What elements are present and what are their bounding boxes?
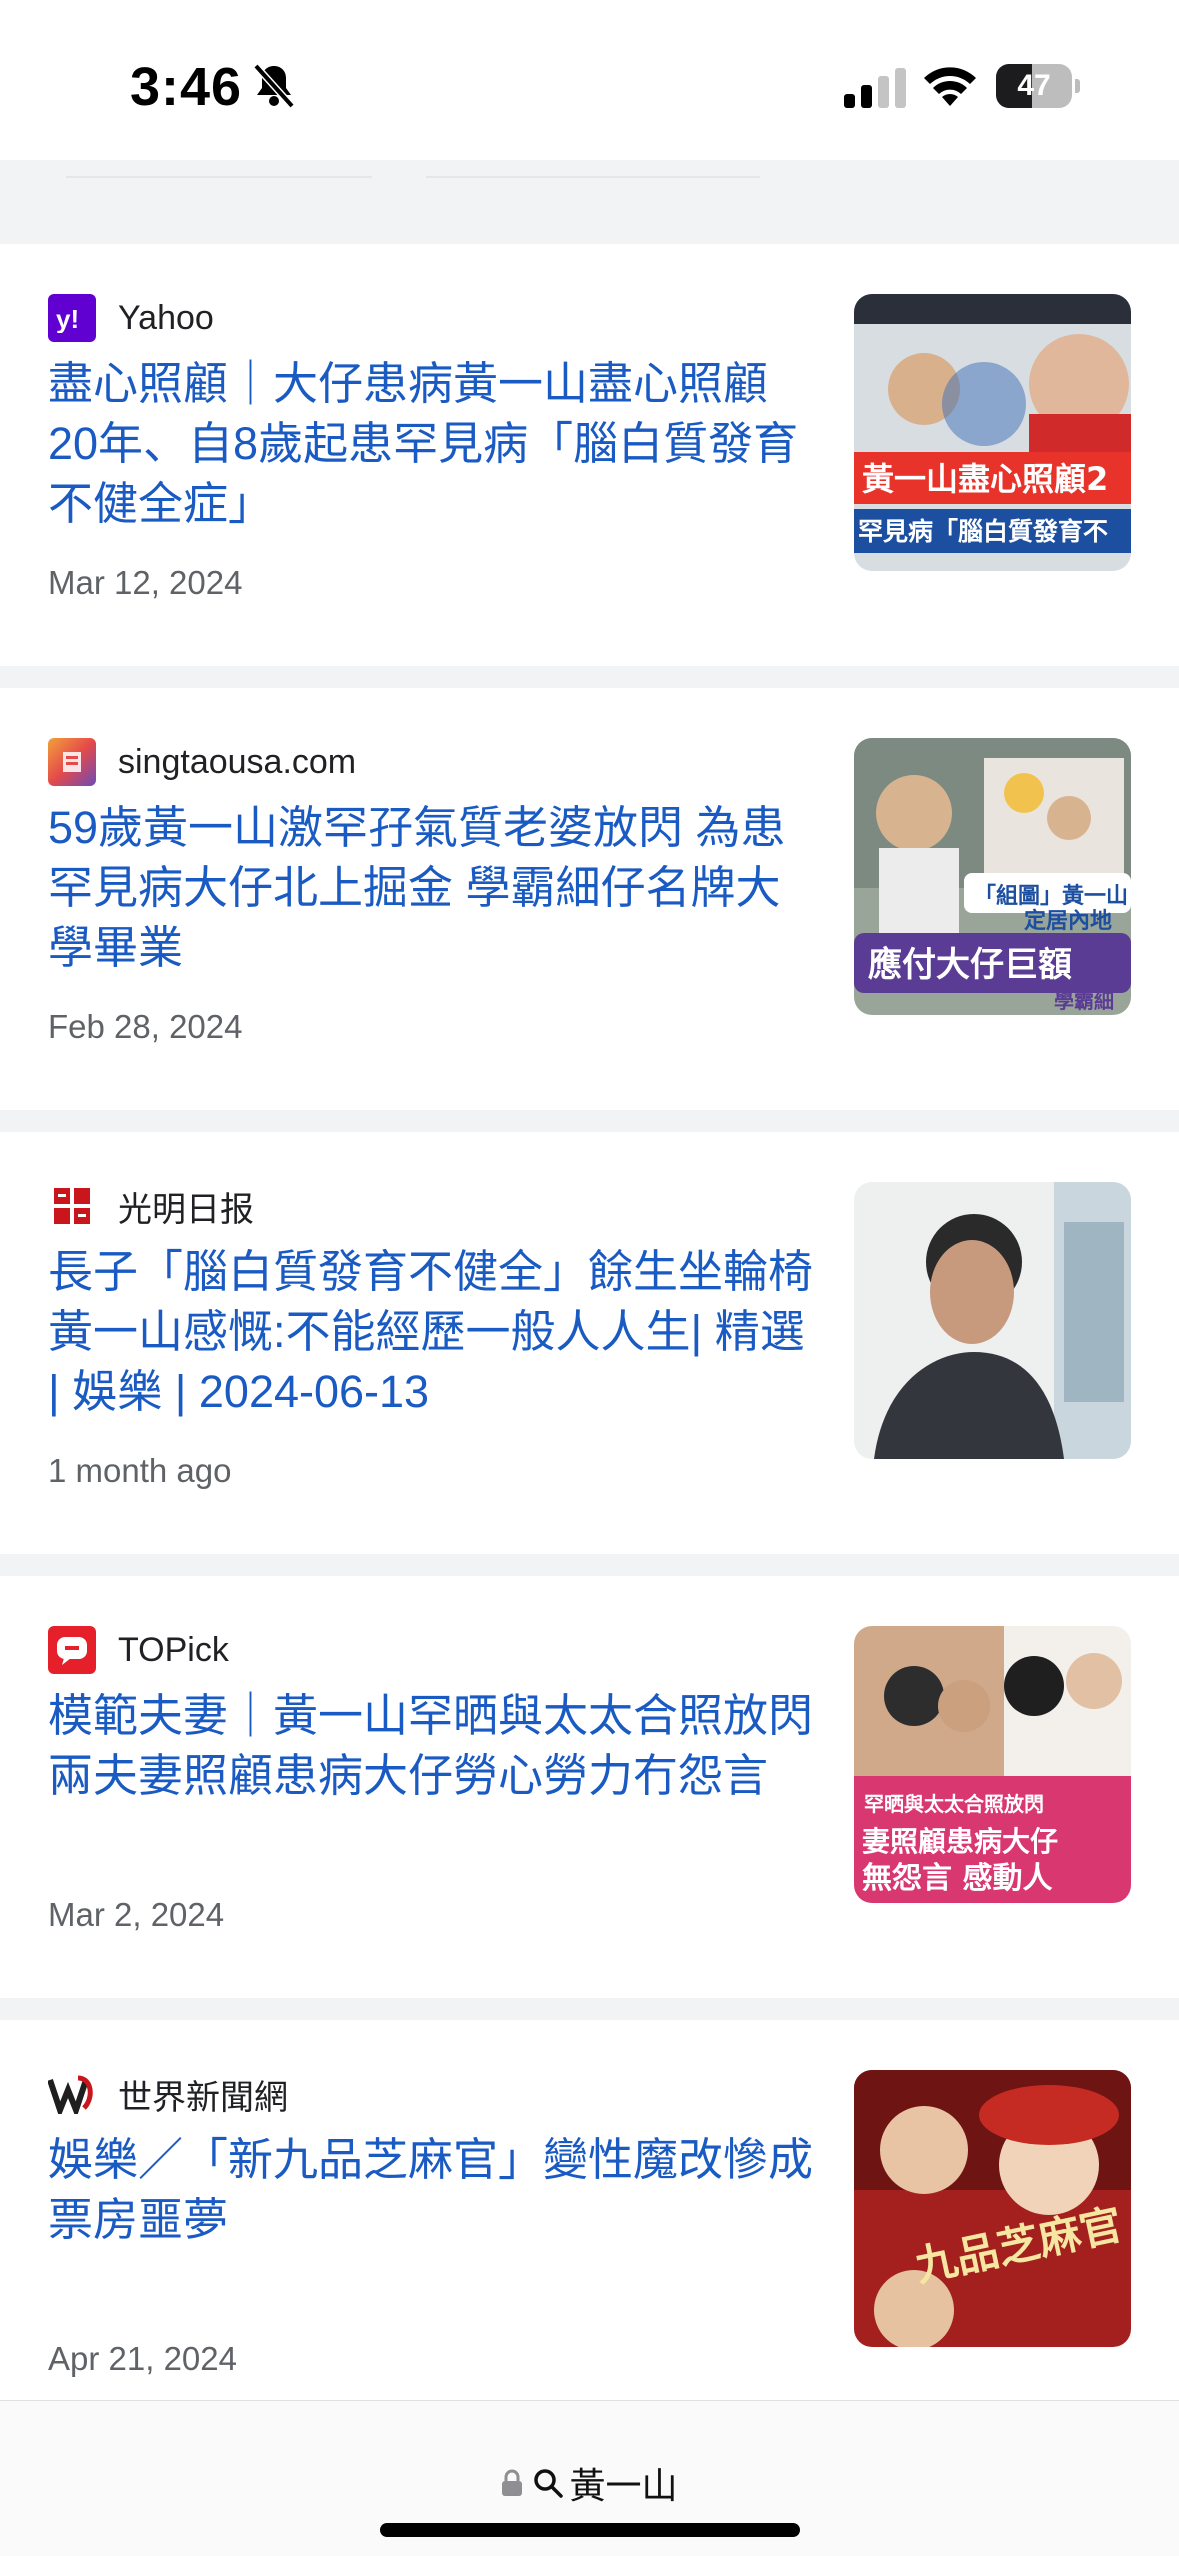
news-date: Mar 2, 2024: [48, 1896, 225, 1933]
news-thumbnail[interactable]: 「組圖」黃一山 定居內地 應付大仔巨額 學霸細: [854, 738, 1131, 1015]
news-date: 1 month ago: [48, 1452, 232, 1489]
battery-icon: 47: [996, 64, 1080, 110]
thumb-caption: 罕晒與太太合照放閃: [864, 1792, 1044, 1816]
news-date: Mar 12, 2024: [48, 564, 243, 601]
filter-chip-edge: [66, 176, 372, 178]
news-thumbnail[interactable]: 九品芝麻官: [854, 2070, 1131, 2347]
news-source: y! Yahoo: [48, 294, 214, 342]
home-indicator[interactable]: [380, 2523, 800, 2537]
thumb-caption: 定居內地: [1024, 908, 1112, 934]
news-card[interactable]: TOPick 模範夫妻｜黃一山罕晒與太太合照放閃 兩夫妻照顧患病大仔勞心勞力冇怨…: [0, 1576, 1179, 1998]
news-source: TOPick: [48, 1626, 229, 1674]
status-time: 3:46: [130, 57, 243, 117]
worldjournal-icon: [48, 2070, 96, 2118]
news-thumbnail[interactable]: 罕晒與太太合照放閃 妻照顧患病大仔 無怨言 感動人: [854, 1626, 1131, 1903]
news-headline-link[interactable]: 盡心照顧｜大仔患病黃一山盡心照顧20年、自8歲起患罕見病「腦白質發育不健全症」: [48, 354, 818, 534]
news-thumbnail[interactable]: [854, 1182, 1131, 1459]
news-date: Feb 28, 2024: [48, 1008, 243, 1045]
status-bar: 3:46 47: [0, 0, 1179, 160]
wifi-icon: [924, 67, 976, 106]
news-headline-link[interactable]: 娛樂／「新九品芝麻官」變性魔改慘成票房噩夢: [48, 2130, 818, 2250]
svg-text:y!: y!: [56, 304, 79, 333]
news-source: singtaousa.com: [48, 738, 356, 786]
battery-percent: 47: [1017, 69, 1051, 102]
thumb-caption: 罕見病「腦白質發育不: [858, 517, 1108, 546]
thumb-caption: 應付大仔巨額: [868, 945, 1072, 985]
news-feed: y! Yahoo 盡心照顧｜大仔患病黃一山盡心照顧20年、自8歲起患罕見病「腦白…: [0, 222, 1179, 2442]
thumb-caption: 學霸細: [1054, 989, 1114, 1013]
news-card[interactable]: singtaousa.com 59歲黃一山激罕孖氣質老婆放閃 為患罕見病大仔北上…: [0, 688, 1179, 1110]
lock-icon: [502, 2469, 523, 2496]
news-headline-link[interactable]: 長子「腦白質發育不健全」餘生坐輪椅黃一山感慨:不能經歷一般人人生| 精選 | 娛…: [48, 1242, 818, 1422]
source-name: TOPick: [118, 1630, 229, 1669]
search-icon: [534, 2469, 564, 2498]
news-source: 世界新聞網: [48, 2070, 288, 2118]
cellular-signal-icon: [844, 68, 906, 108]
thumb-caption: 妻照顧患病大仔: [862, 1825, 1058, 1858]
filter-chip-edge: [426, 176, 760, 178]
search-query[interactable]: 黃一山: [569, 2457, 677, 2509]
thumb-caption: 黃一山盡心照顧2: [862, 460, 1108, 498]
news-headline-link[interactable]: 59歲黃一山激罕孖氣質老婆放閃 為患罕見病大仔北上掘金 學霸細仔名牌大學畢業: [48, 798, 818, 978]
news-card[interactable]: y! Yahoo 盡心照顧｜大仔患病黃一山盡心照顧20年、自8歲起患罕見病「腦白…: [0, 244, 1179, 666]
singtao-icon: [48, 738, 96, 786]
source-name: singtaousa.com: [118, 742, 357, 781]
news-thumbnail[interactable]: 黃一山盡心照顧2 罕見病「腦白質發育不: [854, 294, 1131, 571]
news-source: 光明日报: [48, 1182, 254, 1230]
thumb-caption: 無怨言 感動人: [862, 1861, 1052, 1896]
news-card[interactable]: 光明日报 長子「腦白質發育不健全」餘生坐輪椅黃一山感慨:不能經歷一般人人生| 精…: [0, 1132, 1179, 1554]
news-card[interactable]: 世界新聞網 娛樂／「新九品芝麻官」變性魔改慘成票房噩夢 Apr 21, 2024…: [0, 2020, 1179, 2442]
thumb-caption: 「組圖」黃一山: [974, 883, 1128, 909]
source-name: Yahoo: [118, 298, 214, 337]
yahoo-icon: y!: [48, 294, 96, 342]
browser-address-bar[interactable]: 黃一山: [0, 2400, 1179, 2556]
news-date: Apr 21, 2024: [48, 2340, 237, 2377]
guangming-icon: [48, 1182, 96, 1230]
topick-icon: [48, 1626, 96, 1674]
bell-slash-icon: [253, 63, 295, 109]
news-headline-link[interactable]: 模範夫妻｜黃一山罕晒與太太合照放閃 兩夫妻照顧患病大仔勞心勞力冇怨言: [48, 1686, 818, 1806]
source-name: 光明日报: [118, 1190, 254, 1229]
source-name: 世界新聞網: [118, 2078, 288, 2117]
